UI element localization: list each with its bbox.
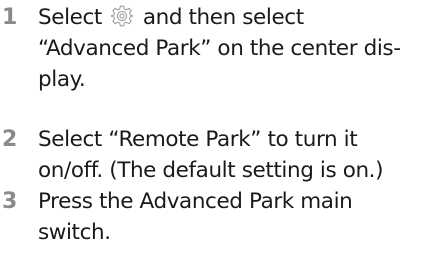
step-text: Select and then select “Advanced Park” o…: [38, 2, 423, 95]
step-number: 2: [2, 127, 18, 152]
step-text-line: switch.: [38, 220, 111, 245]
step-text-line: Select “Remote Park” to turn it: [38, 127, 358, 152]
step-text-before-icon: Select: [38, 5, 102, 30]
step-text-line: on/off. (The default setting is on.): [38, 158, 384, 183]
step-text-after-icon: and then select: [142, 5, 304, 30]
gear-icon: [111, 5, 134, 27]
instruction-steps: 1 Select and then select “Advanced Park”…: [0, 0, 427, 272]
step-text: Select “Remote Park” to turn it on/off. …: [38, 124, 423, 186]
step-number: 3: [2, 189, 18, 214]
step-text-line: Press the Advanced Park main: [38, 189, 353, 214]
step-text: Press the Advanced Park main switch.: [38, 186, 423, 248]
step-number: 1: [2, 5, 18, 30]
step-text-line: play.: [38, 67, 86, 92]
step-text-line: “Advanced Park” on the center dis-: [38, 36, 401, 61]
